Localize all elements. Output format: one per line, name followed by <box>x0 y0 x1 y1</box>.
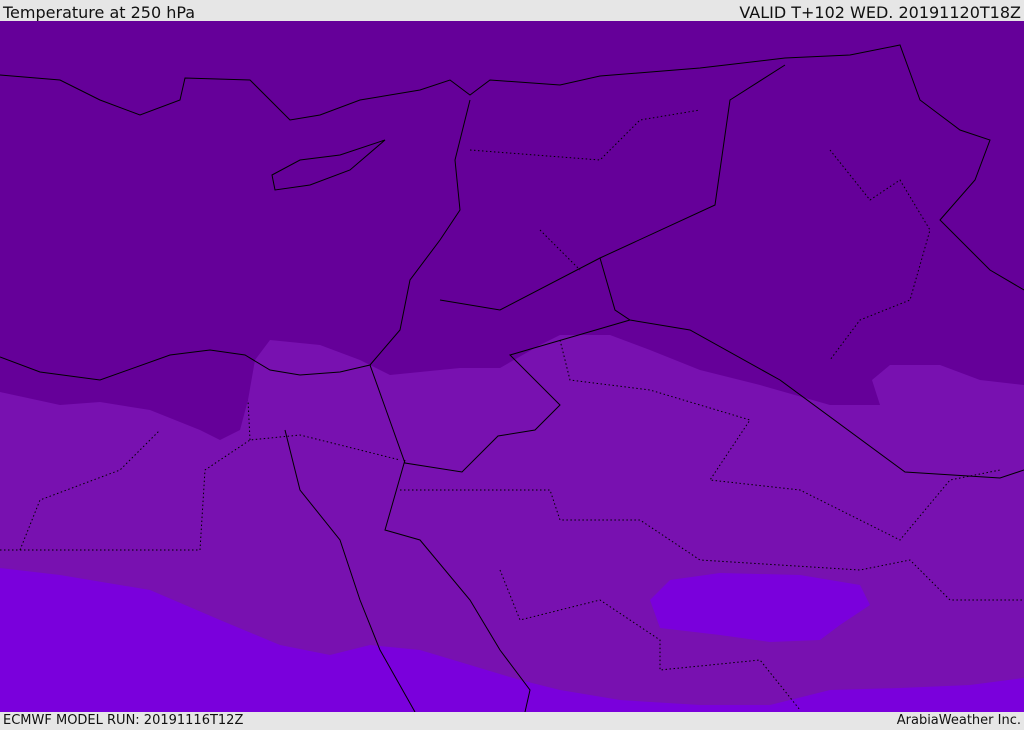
model-run: ECMWF MODEL RUN: 20191116T12Z <box>3 713 244 728</box>
credit: ArabiaWeather Inc. <box>896 713 1021 728</box>
temperature-map <box>0 21 1024 712</box>
footer-bar: ECMWF MODEL RUN: 20191116T12Z ArabiaWeat… <box>0 712 1024 729</box>
header-bar: Temperature at 250 hPa VALID T+102 WED. … <box>0 0 1024 22</box>
